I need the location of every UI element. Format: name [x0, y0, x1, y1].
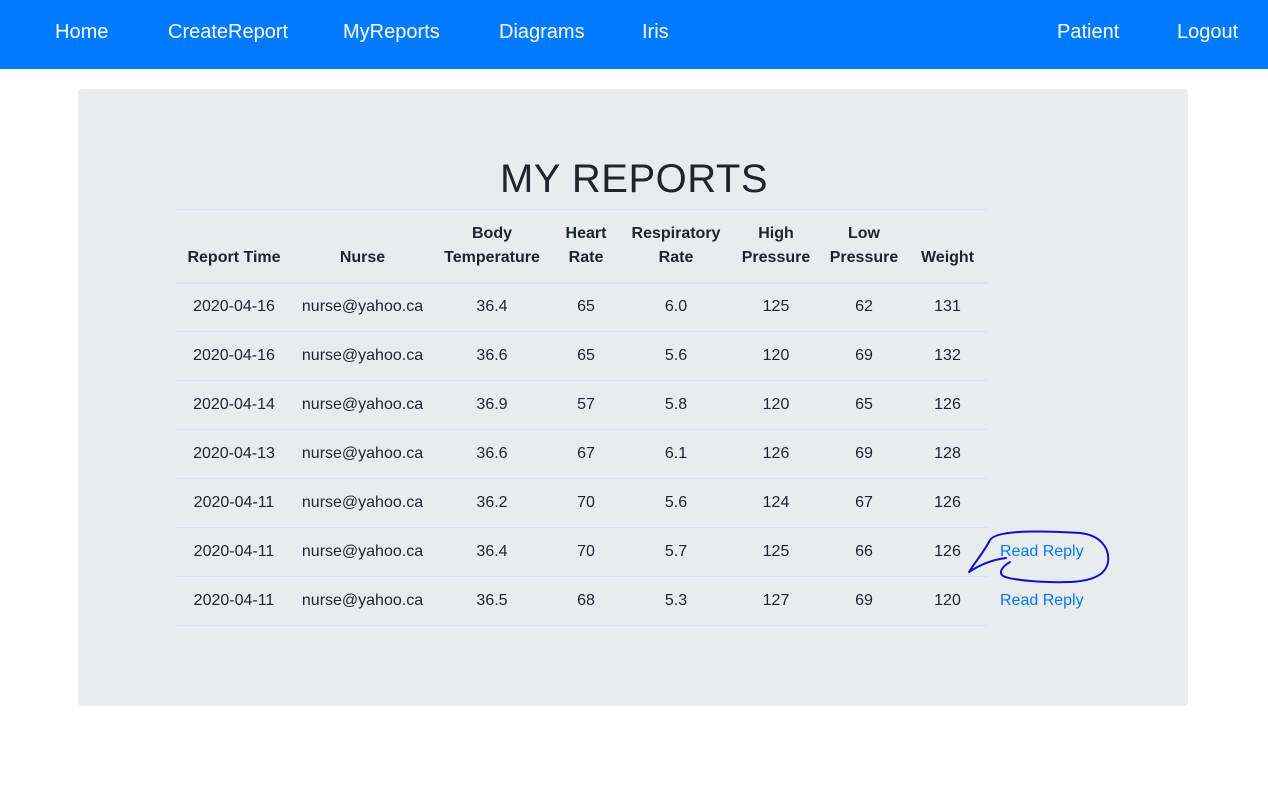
nav-my-reports[interactable]: MyReports: [343, 0, 440, 64]
header-heart-rate: Heart Rate: [551, 209, 621, 284]
respiratory-rate-cell: 5.8: [621, 380, 731, 430]
top-navbar: Home CreateReport MyReports Diagrams Iri…: [0, 0, 1268, 69]
action-cell: Read Reply: [988, 528, 1108, 577]
low-pressure-cell: 69: [821, 331, 907, 381]
table-row: 2020-04-13 nurse@yahoo.ca 36.6 67 6.1 126 69 12…: [176, 429, 1108, 479]
heart-rate-cell: 65: [551, 331, 621, 381]
report-time-cell: 2020-04-11: [176, 576, 292, 626]
action-cell: [988, 332, 1108, 381]
body-temperature-cell: 36.4: [433, 527, 551, 577]
high-pressure-cell: 124: [731, 478, 821, 528]
weight-cell: 126: [907, 527, 988, 577]
heart-rate-cell: 57: [551, 380, 621, 430]
weight-cell: 131: [907, 282, 988, 332]
table-row: 2020-04-16 nurse@yahoo.ca 36.4 65 6.0 125 62 13…: [176, 282, 1108, 332]
nurse-cell: nurse@yahoo.ca: [292, 576, 433, 626]
header-weight: Weight: [907, 209, 988, 284]
header-action: [988, 210, 1108, 283]
weight-cell: 120: [907, 576, 988, 626]
table-row: 2020-04-14 nurse@yahoo.ca 36.9 57 5.8 120 65 12…: [176, 380, 1108, 430]
nav-create-report[interactable]: CreateReport: [168, 0, 288, 64]
header-report-time: Report Time: [176, 209, 292, 284]
nav-diagrams[interactable]: Diagrams: [499, 0, 585, 64]
weight-cell: 132: [907, 331, 988, 381]
nav-logout[interactable]: Logout: [1177, 0, 1238, 64]
low-pressure-cell: 67: [821, 478, 907, 528]
report-time-cell: 2020-04-11: [176, 478, 292, 528]
weight-cell: 126: [907, 478, 988, 528]
nurse-cell: nurse@yahoo.ca: [292, 331, 433, 381]
low-pressure-cell: 65: [821, 380, 907, 430]
header-respiratory-rate: Respiratory Rate: [621, 209, 731, 284]
table-row: 2020-04-16 nurse@yahoo.ca 36.6 65 5.6 120 69 13…: [176, 331, 1108, 381]
report-time-cell: 2020-04-16: [176, 282, 292, 332]
respiratory-rate-cell: 5.3: [621, 576, 731, 626]
nurse-cell: nurse@yahoo.ca: [292, 282, 433, 332]
low-pressure-cell: 69: [821, 576, 907, 626]
nav-home[interactable]: Home: [55, 0, 108, 64]
nurse-cell: nurse@yahoo.ca: [292, 380, 433, 430]
read-reply-link[interactable]: Read Reply: [1000, 592, 1084, 609]
high-pressure-cell: 127: [731, 576, 821, 626]
report-time-cell: 2020-04-14: [176, 380, 292, 430]
nav-iris[interactable]: Iris: [642, 0, 669, 64]
heart-rate-cell: 68: [551, 576, 621, 626]
high-pressure-cell: 125: [731, 282, 821, 332]
read-reply-link[interactable]: Read Reply: [1000, 543, 1084, 560]
heart-rate-cell: 70: [551, 527, 621, 577]
header-nurse: Nurse: [292, 209, 433, 284]
report-time-cell: 2020-04-16: [176, 331, 292, 381]
body-temperature-cell: 36.9: [433, 380, 551, 430]
body-temperature-cell: 36.2: [433, 478, 551, 528]
respiratory-rate-cell: 5.6: [621, 478, 731, 528]
high-pressure-cell: 120: [731, 380, 821, 430]
weight-cell: 128: [907, 429, 988, 479]
high-pressure-cell: 126: [731, 429, 821, 479]
low-pressure-cell: 66: [821, 527, 907, 577]
respiratory-rate-cell: 5.7: [621, 527, 731, 577]
header-low-pressure: Low Pressure: [821, 209, 907, 284]
weight-cell: 126: [907, 380, 988, 430]
body-temperature-cell: 36.5: [433, 576, 551, 626]
high-pressure-cell: 125: [731, 527, 821, 577]
low-pressure-cell: 69: [821, 429, 907, 479]
action-cell: Read Reply: [988, 577, 1108, 626]
body-temperature-cell: 36.6: [433, 429, 551, 479]
report-time-cell: 2020-04-11: [176, 527, 292, 577]
respiratory-rate-cell: 5.6: [621, 331, 731, 381]
table-header-row: Report Time Nurse Body Temperature Heart R…: [176, 209, 1108, 284]
report-time-cell: 2020-04-13: [176, 429, 292, 479]
nurse-cell: nurse@yahoo.ca: [292, 527, 433, 577]
header-body-temperature: Body Temperature: [433, 209, 551, 284]
header-high-pressure: High Pressure: [731, 209, 821, 284]
table-row: 2020-04-11 nurse@yahoo.ca 36.4 70 5.7 125 66 12…: [176, 527, 1108, 577]
heart-rate-cell: 65: [551, 282, 621, 332]
action-cell: [988, 430, 1108, 479]
action-cell: [988, 381, 1108, 430]
reports-table: Report Time Nurse Body Temperature Heart R…: [176, 209, 1108, 626]
nurse-cell: nurse@yahoo.ca: [292, 478, 433, 528]
action-cell: [988, 479, 1108, 528]
action-cell: [988, 283, 1108, 332]
high-pressure-cell: 120: [731, 331, 821, 381]
low-pressure-cell: 62: [821, 282, 907, 332]
nurse-cell: nurse@yahoo.ca: [292, 429, 433, 479]
table-row: 2020-04-11 nurse@yahoo.ca 36.5 68 5.3 127 69 12…: [176, 576, 1108, 626]
body-temperature-cell: 36.6: [433, 331, 551, 381]
nav-patient[interactable]: Patient: [1057, 0, 1119, 64]
respiratory-rate-cell: 6.0: [621, 282, 731, 332]
heart-rate-cell: 70: [551, 478, 621, 528]
heart-rate-cell: 67: [551, 429, 621, 479]
page-title: MY REPORTS: [499, 157, 769, 201]
table-row: 2020-04-11 nurse@yahoo.ca 36.2 70 5.6 124 67 12…: [176, 478, 1108, 528]
respiratory-rate-cell: 6.1: [621, 429, 731, 479]
body-temperature-cell: 36.4: [433, 282, 551, 332]
